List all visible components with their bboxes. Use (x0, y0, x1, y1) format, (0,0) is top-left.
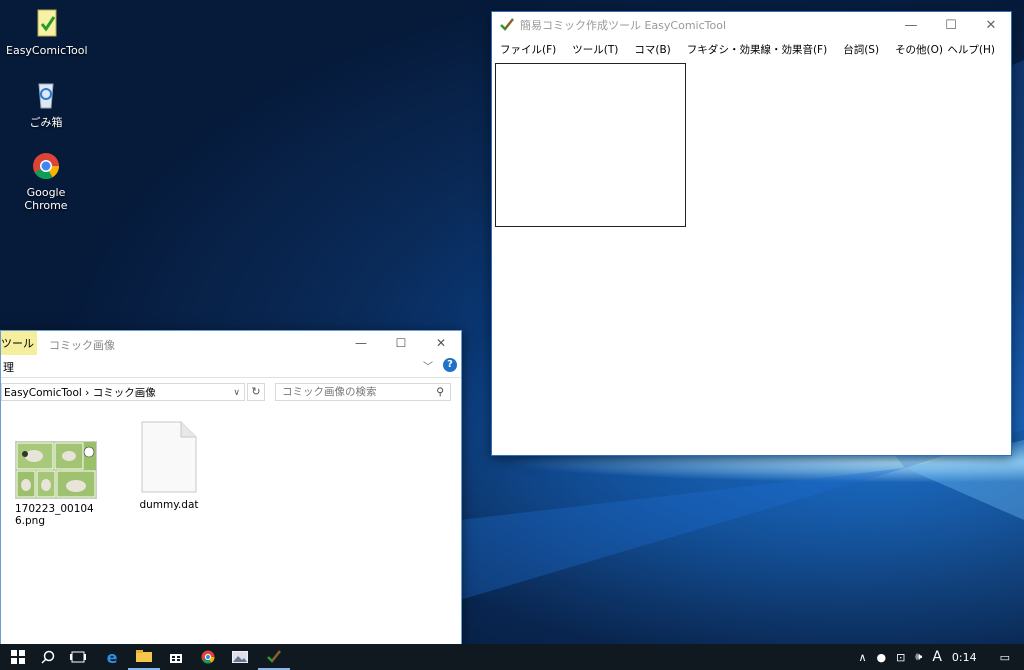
volume-icon[interactable]: 🕪 (915, 650, 922, 664)
explorer-maximize-button[interactable]: ☐ (381, 331, 421, 355)
file-item-dat[interactable]: dummy.dat (129, 421, 209, 511)
clock[interactable]: 0:14 (952, 651, 977, 664)
search-icon[interactable] (32, 644, 64, 670)
menu-panel[interactable]: コマ(B) (626, 42, 678, 57)
person-icon[interactable]: ● (877, 651, 887, 664)
address-row: EasyComicTool › コミック画像 ∨ ↻ コミック画像の検索 ⚲ (1, 378, 461, 408)
app-menubar: ファイル(F) ツール(T) コマ(B) フキダシ・効果線・効果音(F) 台詞(… (492, 38, 1011, 60)
easycomictool-icon[interactable] (258, 644, 290, 670)
menu-file[interactable]: ファイル(F) (492, 42, 564, 57)
photos-icon[interactable] (224, 644, 256, 670)
comic-panel-frame[interactable] (495, 63, 686, 227)
desktop-icon-recycle-bin[interactable]: ごみ箱 (6, 78, 86, 130)
recycle-bin-icon (30, 78, 62, 110)
explorer-close-button[interactable]: ✕ (421, 331, 461, 355)
app-title: 簡易コミック作成ツール EasyComicTool (520, 19, 727, 32)
ime-indicator[interactable]: A (932, 649, 942, 665)
menu-tools[interactable]: ツール(T) (564, 42, 626, 57)
action-center-icon[interactable]: ▭ (1000, 651, 1010, 664)
chrome-icon (30, 150, 62, 182)
menu-dialogue[interactable]: 台詞(S) (835, 42, 887, 57)
store-icon[interactable] (160, 644, 192, 670)
file-item-png[interactable]: 170223_001046.png (15, 441, 97, 527)
file-explorer-window: ツール コミック画像 — ☐ ✕ 理 ﹀ ? EasyComicTool › コ… (0, 330, 462, 646)
search-input[interactable]: コミック画像の検索 ⚲ (275, 383, 451, 401)
explorer-title: コミック画像 (49, 339, 115, 352)
file-explorer-icon[interactable] (128, 644, 160, 670)
chevron-down-icon[interactable]: ﹀ (423, 358, 433, 373)
minimize-button[interactable]: — (891, 12, 931, 38)
ribbon-tabs: 理 ﹀ ? (1, 355, 461, 378)
refresh-button[interactable]: ↻ (247, 383, 265, 401)
chrome-icon[interactable] (192, 644, 224, 670)
easycomictool-window: 簡易コミック作成ツール EasyComicTool — ☐ ✕ ファイル(F) … (491, 11, 1012, 456)
chevron-down-icon[interactable]: ∨ (233, 384, 240, 402)
app-titlebar[interactable]: 簡易コミック作成ツール EasyComicTool — ☐ ✕ (492, 12, 1011, 38)
system-tray: ∧ ● ⊡ 🕪 A 0:14 ▭ (853, 644, 1024, 670)
easycomictool-icon (500, 17, 514, 34)
picture-tools-tab[interactable]: ツール (1, 331, 37, 355)
menu-help[interactable]: ヘルプ(H) (939, 42, 1003, 57)
edge-icon[interactable]: e (96, 644, 128, 670)
maximize-button[interactable]: ☐ (931, 12, 971, 38)
image-thumbnail (15, 441, 97, 499)
menu-balloon[interactable]: フキダシ・効果線・効果音(F) (679, 42, 835, 57)
start-icon[interactable] (2, 644, 34, 670)
search-icon: ⚲ (436, 386, 444, 398)
network-icon[interactable]: ⊡ (896, 651, 905, 664)
taskbar: e ∧ ● ⊡ 🕪 A 0:14 ▭ (0, 644, 1024, 670)
address-bar[interactable]: EasyComicTool › コミック画像 ∨ (1, 383, 245, 401)
easycomictool-icon (30, 8, 62, 40)
desktop-icon-chrome[interactable]: Google Chrome (6, 150, 86, 212)
explorer-titlebar[interactable]: ツール コミック画像 — ☐ ✕ (1, 331, 461, 355)
manage-tab[interactable]: 理 (3, 359, 14, 375)
file-name: dummy.dat (139, 499, 199, 511)
explorer-minimize-button[interactable]: — (341, 331, 381, 355)
document-icon (141, 421, 197, 493)
help-icon[interactable]: ? (443, 358, 457, 372)
breadcrumb: EasyComicTool › コミック画像 (4, 387, 156, 399)
desktop-icon-easycomictool[interactable]: EasyComicTool (6, 8, 88, 57)
chevron-up-icon[interactable]: ∧ (858, 651, 866, 664)
close-button[interactable]: ✕ (971, 12, 1011, 38)
file-name: 170223_001046.png (15, 503, 94, 527)
task-view-icon[interactable] (62, 644, 94, 670)
